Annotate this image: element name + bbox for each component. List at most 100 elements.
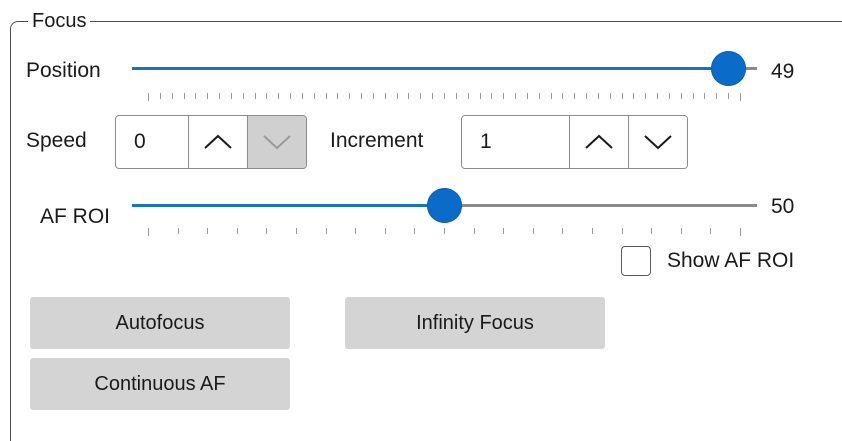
af-roi-slider-tick bbox=[651, 228, 653, 234]
position-slider-tick bbox=[230, 93, 232, 99]
position-slider-tick bbox=[384, 93, 386, 99]
autofocus-button[interactable]: Autofocus bbox=[30, 297, 290, 349]
position-slider-thumb[interactable] bbox=[711, 51, 747, 86]
position-slider-tick bbox=[301, 93, 303, 99]
speed-input[interactable]: 0 bbox=[116, 116, 188, 168]
position-slider-tick bbox=[515, 93, 517, 99]
position-slider-tick bbox=[148, 93, 149, 101]
position-value: 49 bbox=[771, 60, 795, 83]
af-roi-slider-tick bbox=[562, 228, 564, 234]
position-slider-tick bbox=[290, 93, 292, 99]
position-slider-tick bbox=[432, 93, 434, 99]
position-slider-tick bbox=[562, 93, 564, 99]
af-roi-slider-tick bbox=[680, 228, 682, 234]
position-slider-tick bbox=[159, 93, 161, 99]
af-roi-slider-tick bbox=[710, 228, 712, 234]
position-slider-tick bbox=[704, 93, 706, 99]
af-roi-slider-tick bbox=[266, 228, 268, 234]
position-slider-tick bbox=[183, 93, 185, 99]
position-slider-tick bbox=[479, 93, 481, 99]
position-slider-tick bbox=[195, 93, 197, 99]
position-slider-tick bbox=[657, 93, 659, 99]
af-roi-slider-tick bbox=[296, 228, 297, 234]
position-slider-tick bbox=[597, 93, 599, 99]
af-roi-slider-tick bbox=[740, 228, 741, 236]
position-slider-tick bbox=[372, 93, 374, 99]
continuous-af-button[interactable]: Continuous AF bbox=[30, 358, 290, 410]
af-roi-slider-tick bbox=[444, 228, 445, 234]
position-slider-tick bbox=[325, 93, 327, 99]
position-label: Position bbox=[26, 59, 101, 82]
position-slider-tick bbox=[349, 93, 351, 99]
position-slider-tick bbox=[242, 93, 244, 99]
increment-label: Increment bbox=[330, 129, 424, 152]
af-roi-slider-tick bbox=[592, 228, 593, 234]
position-slider-tick bbox=[728, 93, 730, 99]
speed-down-button[interactable] bbox=[247, 116, 306, 168]
position-slider-tick bbox=[455, 93, 457, 99]
position-slider-tick bbox=[361, 93, 363, 99]
af-roi-slider-tick bbox=[207, 228, 209, 234]
position-slider-tick bbox=[313, 93, 315, 99]
position-slider-tick bbox=[668, 93, 670, 99]
af-roi-slider-tick bbox=[473, 228, 475, 234]
af-roi-slider-tick bbox=[148, 228, 149, 236]
increment-input[interactable]: 1 bbox=[462, 116, 569, 168]
position-slider-tick bbox=[550, 93, 552, 99]
chevron-up-icon bbox=[204, 134, 232, 149]
position-slider-tick bbox=[254, 93, 256, 99]
af-roi-slider-tick bbox=[503, 228, 505, 234]
position-slider-tick bbox=[574, 93, 576, 99]
af-roi-label: AF ROI bbox=[40, 205, 111, 228]
increment-up-button[interactable] bbox=[569, 116, 628, 168]
speed-spinbox: 0 bbox=[115, 115, 307, 169]
position-slider-tick bbox=[633, 93, 635, 99]
position-slider-tick bbox=[621, 93, 623, 99]
chevron-down-icon bbox=[263, 135, 291, 150]
af-roi-slider-tick bbox=[355, 228, 357, 234]
af-roi-slider-tick bbox=[532, 228, 534, 234]
af-roi-slider-tick bbox=[236, 228, 238, 234]
af-roi-value: 50 bbox=[771, 195, 795, 218]
infinity-focus-button[interactable]: Infinity Focus bbox=[345, 297, 605, 349]
af-roi-slider-tick bbox=[325, 228, 327, 234]
af-roi-slider-tick bbox=[177, 228, 179, 234]
af-roi-slider-fill bbox=[132, 204, 444, 207]
position-slider-tick bbox=[491, 93, 493, 99]
position-slider-tick bbox=[266, 93, 268, 99]
position-slider-tick bbox=[740, 93, 741, 101]
position-slider-tick bbox=[171, 93, 173, 99]
position-slider-tick bbox=[396, 93, 398, 99]
position-slider-tick bbox=[420, 93, 422, 99]
af-roi-slider-tick bbox=[621, 228, 623, 234]
increment-down-button[interactable] bbox=[628, 116, 687, 168]
af-roi-slider-tick bbox=[414, 228, 416, 234]
position-slider-fill bbox=[132, 67, 729, 70]
position-slider-tick bbox=[692, 93, 694, 99]
position-slider-tick bbox=[207, 93, 209, 99]
position-slider-tick bbox=[444, 93, 445, 99]
focus-group-title: Focus bbox=[28, 9, 91, 33]
position-slider-tick bbox=[337, 93, 339, 99]
increment-spinbox: 1 bbox=[461, 115, 688, 169]
show-af-roi-checkbox[interactable] bbox=[621, 246, 651, 276]
af-roi-slider-tick bbox=[384, 228, 386, 234]
show-af-roi-label: Show AF ROI bbox=[667, 249, 795, 272]
speed-up-button[interactable] bbox=[188, 116, 247, 168]
position-slider-tick bbox=[716, 93, 718, 99]
chevron-down-icon bbox=[644, 135, 672, 150]
position-slider-tick bbox=[538, 93, 540, 99]
position-slider-ticks bbox=[148, 93, 741, 101]
chevron-up-icon bbox=[585, 134, 613, 149]
position-slider-tick bbox=[645, 93, 647, 99]
position-slider-tick bbox=[526, 93, 528, 99]
position-slider-tick bbox=[219, 93, 221, 99]
position-slider-tick bbox=[609, 93, 611, 99]
position-slider-tick bbox=[503, 93, 505, 99]
position-slider-tick bbox=[408, 93, 410, 99]
position-slider-tick bbox=[278, 93, 280, 99]
position-slider-tick bbox=[467, 93, 469, 99]
position-slider-tick bbox=[680, 93, 682, 99]
af-roi-slider-thumb[interactable] bbox=[427, 188, 462, 223]
speed-label: Speed bbox=[26, 129, 87, 152]
